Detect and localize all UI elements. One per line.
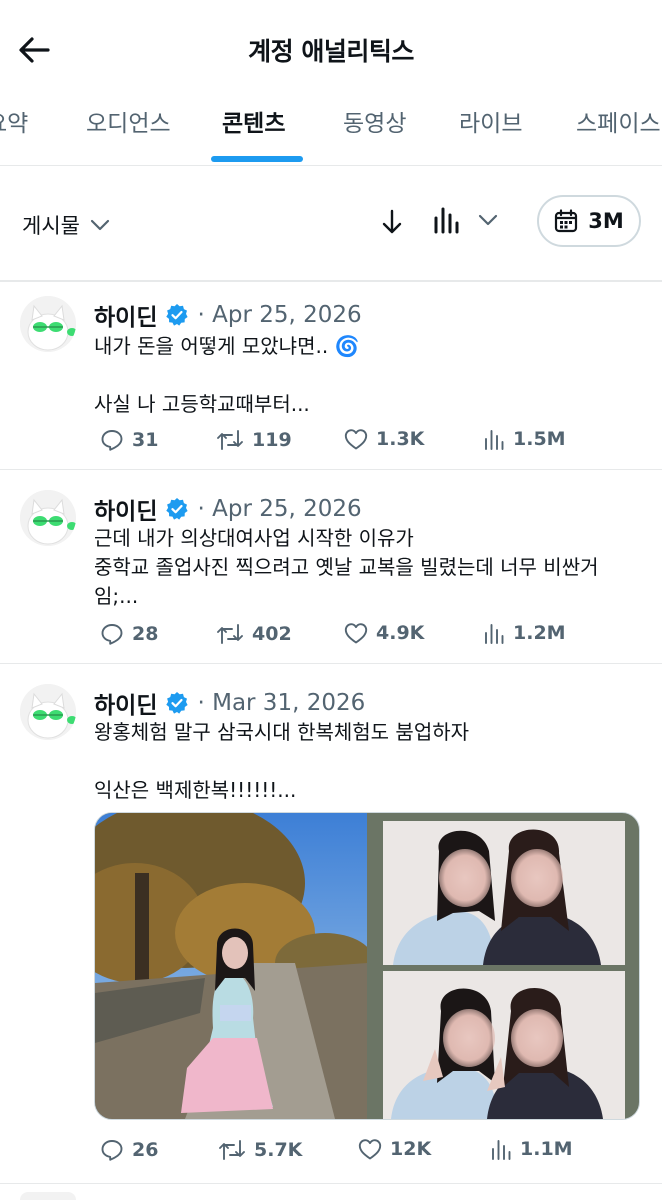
like-icon [344, 623, 368, 644]
reply-icon [101, 624, 123, 645]
author-name[interactable]: 하이딘 [94, 686, 157, 720]
avatar[interactable] [20, 684, 76, 740]
tab-audience[interactable]: 오디언스 [86, 104, 171, 138]
like-button[interactable]: 1.3K [344, 428, 424, 450]
repost-count: 402 [252, 623, 292, 645]
cat-avatar-icon [20, 684, 76, 740]
sort-down-icon[interactable] [378, 208, 406, 236]
blurred-face [443, 1009, 495, 1067]
blurred-face [511, 1009, 563, 1067]
post-actions: 28 402 4.9K 1.2M [100, 622, 600, 652]
post-date: · Apr 25, 2026 [197, 496, 362, 522]
author-name[interactable]: 하이딘 [94, 298, 157, 332]
like-count: 4.9K [376, 622, 425, 644]
chevron-down-icon [478, 214, 498, 226]
chart-metric-dropdown[interactable] [432, 206, 498, 234]
post-text: 근데 내가 의상대여사업 시작한 이유가 중학교 졸업사진 찍으려고 옛날 교복… [94, 526, 599, 608]
post-date: · Apr 25, 2026 [197, 302, 362, 328]
tab-spaces[interactable]: 스페이스 [576, 104, 661, 138]
view-count: 1.2M [513, 622, 566, 644]
like-button[interactable]: 4.9K [344, 622, 424, 644]
views-icon [492, 1140, 511, 1160]
post-photo-booth-2[interactable] [383, 971, 625, 1119]
like-icon [344, 429, 368, 450]
repost-button[interactable]: 402 [216, 622, 292, 646]
post-text: 왕홍체험 말구 삼국시대 한복체험도 붐업하자 익산은 백제한복!!!!!!..… [94, 720, 470, 802]
cat-avatar-icon [20, 296, 76, 352]
reply-button[interactable]: 31 [100, 428, 158, 452]
blurred-face [511, 849, 563, 907]
verified-badge-icon [166, 304, 189, 326]
like-icon [358, 1139, 382, 1160]
photo-outdoor-image [95, 813, 367, 1119]
bar-chart-icon [434, 207, 459, 234]
date-range-button[interactable]: 3M [537, 195, 641, 247]
next-post-avatar [20, 1192, 76, 1200]
repost-count: 119 [252, 429, 292, 451]
post-text: 내가 돈을 어떻게 모았냐면.. 🌀 사실 나 고등학교때부터... [94, 334, 360, 416]
views-icon [485, 430, 504, 450]
author-name[interactable]: 하이딘 [94, 492, 157, 526]
repost-count: 5.7K [254, 1139, 303, 1161]
view-count: 1.1M [520, 1138, 573, 1160]
repost-button[interactable]: 5.7K [218, 1138, 302, 1162]
photo-booth-1-image [383, 821, 625, 965]
reply-button[interactable]: 28 [100, 622, 158, 646]
tab-summary[interactable]: 요약 [0, 104, 28, 138]
reply-count: 26 [132, 1139, 159, 1161]
reply-icon [101, 1140, 123, 1161]
views-button[interactable]: 1.2M [483, 622, 566, 644]
post-actions: 31 119 1.3K 1.5M [100, 428, 600, 458]
active-tab-indicator [211, 156, 303, 162]
post-item[interactable]: 하이딘 · Apr 25, 2026 근데 내가 의상대여사업 시작한 이유가 … [0, 470, 662, 664]
repost-button[interactable]: 119 [216, 428, 292, 452]
blurred-face [439, 849, 491, 907]
analytics-tabs: 요약 오디언스 콘텐츠 동영상 라이브 스페이스 [0, 100, 662, 166]
post-photo-booth-1[interactable] [383, 821, 625, 965]
date-range-label: 3M [588, 209, 624, 233]
cat-avatar-icon [20, 490, 76, 546]
views-button[interactable]: 1.1M [490, 1138, 573, 1160]
tab-content[interactable]: 콘텐츠 [222, 104, 285, 138]
post-actions: 26 5.7K 12K 1.1M [100, 1138, 600, 1168]
reply-icon [101, 430, 123, 451]
post-media-grid[interactable] [94, 812, 640, 1120]
verified-badge-icon [166, 692, 189, 714]
reply-button[interactable]: 26 [100, 1138, 158, 1162]
like-count: 1.3K [376, 428, 425, 450]
tab-video[interactable]: 동영상 [343, 104, 406, 138]
calendar-icon [555, 209, 578, 233]
photo-booth-2-image [383, 971, 625, 1119]
repost-icon [217, 430, 243, 450]
post-type-dropdown[interactable]: 게시물 [22, 210, 110, 240]
views-button[interactable]: 1.5M [483, 428, 566, 450]
page-title: 계정 애널리틱스 [248, 37, 414, 66]
repost-icon [217, 624, 243, 644]
avatar[interactable] [20, 296, 76, 352]
reply-count: 28 [132, 623, 159, 645]
post-header: 하이딘 · Mar 31, 2026 [94, 686, 365, 720]
like-button[interactable]: 12K [358, 1138, 431, 1160]
post-date: · Mar 31, 2026 [197, 690, 366, 716]
tab-live[interactable]: 라이브 [459, 104, 522, 138]
reply-count: 31 [132, 429, 159, 451]
post-photo-outdoor[interactable] [95, 813, 367, 1119]
avatar[interactable] [20, 490, 76, 546]
verified-badge-icon [166, 498, 189, 520]
like-count: 12K [390, 1138, 432, 1160]
views-icon [485, 624, 504, 644]
repost-icon [219, 1140, 245, 1160]
post-header: 하이딘 · Apr 25, 2026 [94, 298, 362, 332]
top-bar: 계정 애널리틱스 [0, 0, 662, 100]
view-count: 1.5M [513, 428, 566, 450]
post-header: 하이딘 · Apr 25, 2026 [94, 492, 362, 526]
filter-bar: 게시물 3M [0, 166, 662, 282]
post-item[interactable]: 하이딘 · Apr 25, 2026 내가 돈을 어떻게 모았냐면.. 🌀 사실… [0, 282, 662, 470]
post-type-label: 게시물 [22, 214, 80, 238]
chevron-down-icon [90, 219, 110, 231]
